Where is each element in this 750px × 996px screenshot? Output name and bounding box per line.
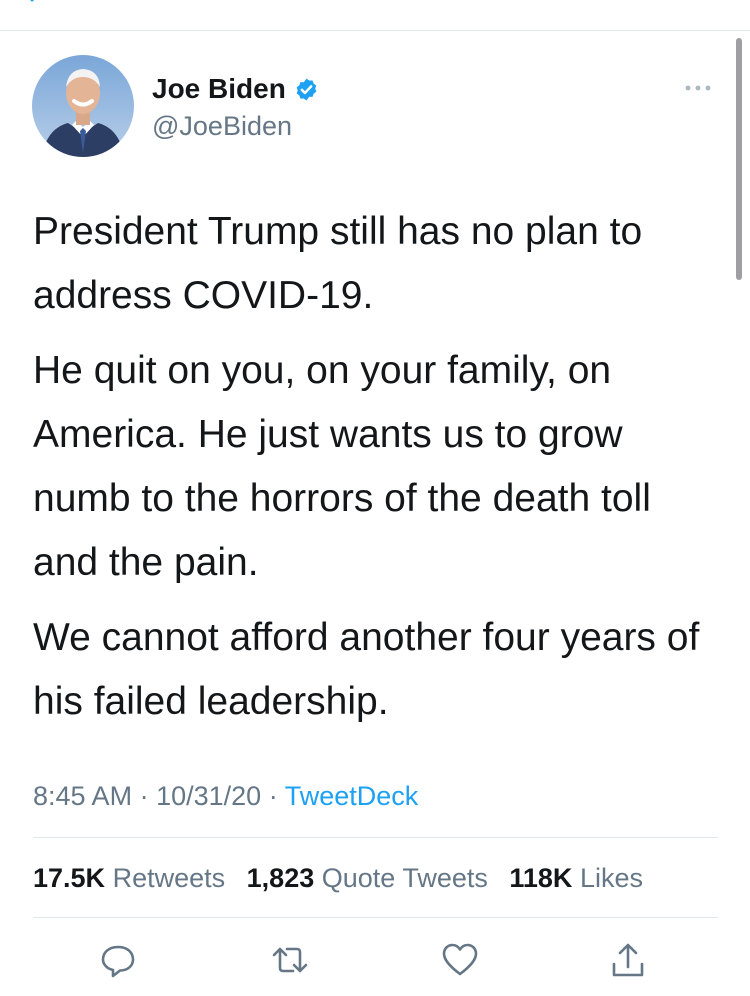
quote-tweets-count: 1,823 <box>246 863 315 893</box>
verified-badge-icon <box>296 78 317 100</box>
divider <box>33 917 718 918</box>
more-options-icon[interactable] <box>680 78 716 98</box>
tweet-source-link[interactable]: TweetDeck <box>285 781 419 811</box>
quote-tweets-label: Quote Tweets <box>321 863 488 893</box>
retweets-label: Retweets <box>112 863 226 893</box>
tweet-stats: 17.5K Retweets 1,823 Quote Tweets 118K L… <box>33 860 657 896</box>
top-bar <box>0 0 750 31</box>
share-button[interactable] <box>608 940 648 980</box>
author-name[interactable]: Joe Biden <box>152 72 286 106</box>
avatar[interactable] <box>32 55 134 157</box>
author-handle[interactable]: @JoeBiden <box>152 109 292 143</box>
reply-button[interactable] <box>98 940 138 980</box>
tweet-text: President Trump still has no plan to add… <box>33 200 723 745</box>
likes-stat[interactable]: 118K Likes <box>509 863 643 893</box>
author-name-row[interactable]: Joe Biden <box>152 72 319 106</box>
retweet-button[interactable] <box>270 940 310 980</box>
retweets-stat[interactable]: 17.5K Retweets <box>33 863 225 893</box>
reply-icon <box>101 945 135 978</box>
meta-separator: · <box>139 781 149 811</box>
retweets-count: 17.5K <box>33 863 106 893</box>
tweet-paragraph: He quit on you, on your family, on Ameri… <box>33 349 651 584</box>
quote-tweets-stat[interactable]: 1,823 Quote Tweets <box>247 863 488 893</box>
likes-label: Likes <box>579 863 643 893</box>
like-icon <box>442 943 478 976</box>
likes-count: 118K <box>509 863 573 893</box>
tweet-meta: 8:45 AM · 10/31/20 · TweetDeck <box>33 778 418 814</box>
tweet-date[interactable]: 10/31/20 <box>156 781 261 811</box>
tweet-paragraph: President Trump still has no plan to add… <box>33 210 643 317</box>
meta-separator: · <box>268 781 278 811</box>
share-icon <box>612 943 644 977</box>
scrollbar[interactable] <box>736 38 742 280</box>
retweet-icon <box>272 947 308 973</box>
tweet-time[interactable]: 8:45 AM <box>33 781 132 811</box>
tweet-paragraph: We cannot afford another four years of h… <box>33 616 700 723</box>
divider <box>33 837 718 838</box>
like-button[interactable] <box>440 940 480 980</box>
back-chevron-icon[interactable] <box>28 0 44 6</box>
